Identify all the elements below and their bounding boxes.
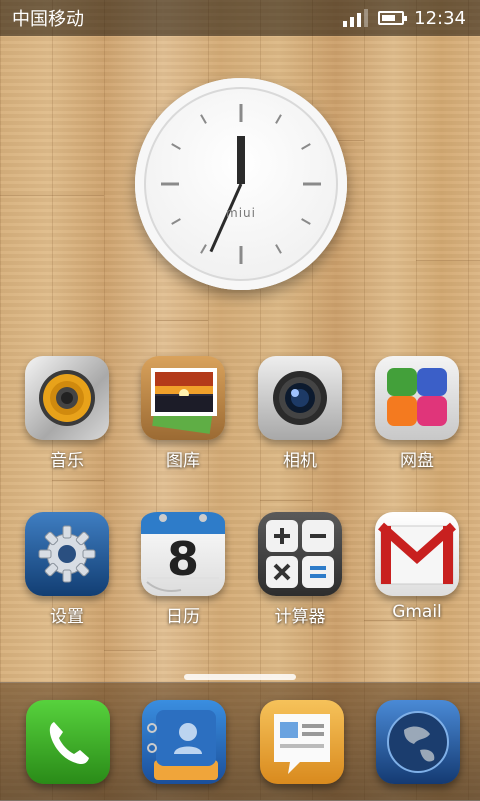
plank-seam <box>260 500 312 501</box>
clock-face <box>161 104 321 264</box>
battery-icon <box>378 11 408 25</box>
clock-tick <box>275 244 282 254</box>
app-label: 网盘 <box>400 451 434 471</box>
phone-icon[interactable] <box>26 700 110 784</box>
app-gallery[interactable]: 图库 <box>128 356 238 471</box>
app-label: 计算器 <box>274 607 326 627</box>
settings-gear-icon <box>25 512 109 596</box>
app-label: Gmail <box>392 602 442 622</box>
app-label: 设置 <box>50 607 84 627</box>
gallery-icon <box>141 356 225 440</box>
calendar-day-number: 8 <box>166 532 199 586</box>
clock-tick <box>171 143 181 150</box>
messages-icon[interactable] <box>260 700 344 784</box>
status-time: 12:34 <box>414 7 466 29</box>
status-icons: 12:34 <box>343 8 466 29</box>
analog-clock-widget[interactable]: miui <box>135 78 347 290</box>
app-settings[interactable]: 设置 <box>12 512 122 627</box>
clock-tick <box>301 143 311 150</box>
clock-tick <box>275 114 282 124</box>
page-indicator <box>184 674 296 680</box>
clock-tick <box>200 244 207 254</box>
clock-tick <box>200 114 207 124</box>
app-label: 图库 <box>166 451 200 471</box>
contacts-icon[interactable] <box>142 700 226 784</box>
browser-globe-icon[interactable] <box>376 700 460 784</box>
signal-bar <box>350 17 355 27</box>
calculator-icon <box>258 512 342 596</box>
calendar-icon: 8 <box>141 512 225 596</box>
app-calendar[interactable]: 8 日历 <box>128 512 238 627</box>
app-music[interactable]: 音乐 <box>12 356 122 471</box>
status-bar[interactable]: 中国移动 12:34 <box>0 0 480 36</box>
app-label: 音乐 <box>50 451 84 471</box>
plank-seam <box>0 195 104 196</box>
cloud-drive-icon <box>375 356 459 440</box>
signal-strength-icon <box>343 9 369 27</box>
signal-bar <box>357 13 362 27</box>
music-speaker-icon <box>25 356 109 440</box>
battery-fill <box>382 15 395 21</box>
plank-seam <box>104 650 156 651</box>
signal-bar <box>343 21 348 27</box>
gmail-icon <box>375 512 459 596</box>
app-label: 日历 <box>166 607 200 627</box>
app-cloud-drive[interactable]: 网盘 <box>362 356 472 471</box>
signal-bar <box>364 9 369 27</box>
clock-brand-label: miui <box>226 206 256 220</box>
plank-seam <box>156 320 208 321</box>
app-label: 相机 <box>283 451 317 471</box>
carrier-name: 中国移动 <box>12 9 84 30</box>
camera-icon <box>258 356 342 440</box>
app-gmail[interactable]: Gmail <box>362 512 472 622</box>
app-calculator[interactable]: 计算器 <box>245 512 355 627</box>
plank-seam <box>52 480 104 481</box>
app-camera[interactable]: 相机 <box>245 356 355 471</box>
plank-seam <box>416 260 480 261</box>
